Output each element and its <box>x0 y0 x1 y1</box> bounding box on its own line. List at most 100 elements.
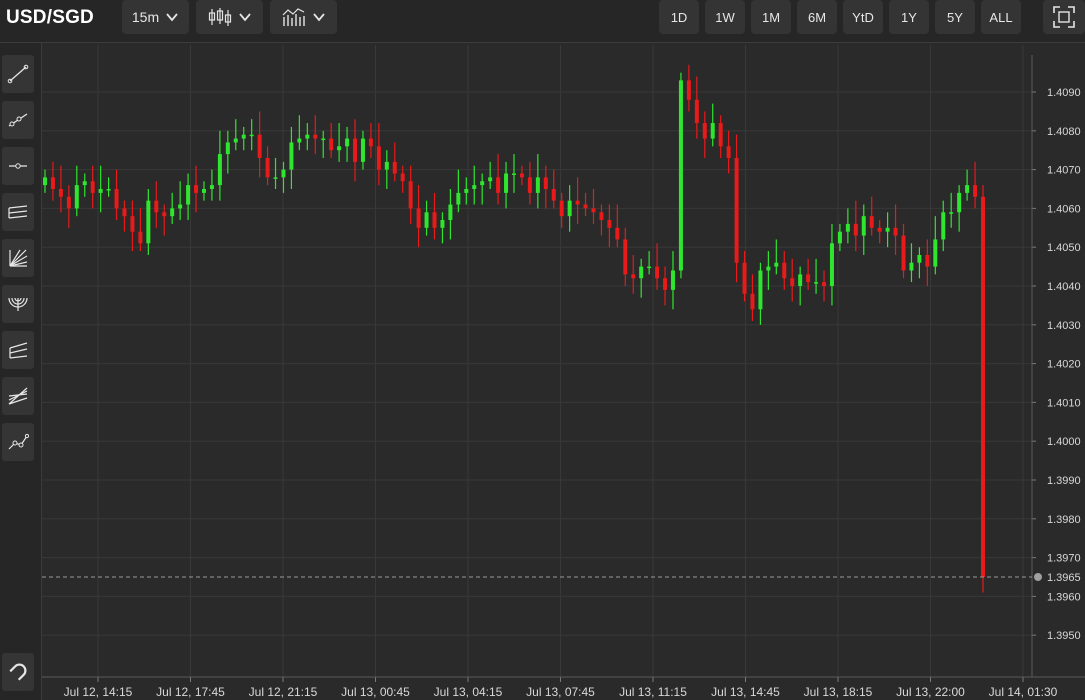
candle-body <box>694 99 699 124</box>
candle-body <box>655 266 660 279</box>
y-tick-label: 1.4070 <box>1047 165 1081 177</box>
candle-body <box>368 138 373 147</box>
x-tick-label: Jul 13, 18:15 <box>804 685 873 699</box>
candle-body <box>822 282 827 286</box>
candle-body <box>74 185 79 209</box>
candle-body <box>965 185 970 193</box>
candle-body <box>647 266 652 269</box>
candlestick-chart[interactable]: Jul 12, 14:15 Jul 12, 17:45 Jul 12, 21:15 J… <box>0 0 1085 700</box>
candle-body <box>400 173 405 182</box>
candle-body <box>201 189 206 193</box>
candle-body <box>519 173 524 178</box>
candle-body <box>321 138 326 141</box>
candle-body <box>432 212 437 228</box>
candle-body <box>249 134 254 137</box>
candle-body <box>678 80 683 271</box>
candle-body <box>766 266 771 271</box>
candle-body <box>50 177 55 189</box>
candle-body <box>877 227 882 232</box>
x-axis: Jul 12, 14:15 Jul 12, 17:45 Jul 12, 21:15 J… <box>42 676 1085 699</box>
candle-body <box>273 177 278 179</box>
candle-body <box>527 177 532 193</box>
candle-body <box>504 173 509 193</box>
candle-body <box>265 157 270 178</box>
candle-body <box>233 138 238 143</box>
candle-body <box>58 189 63 197</box>
candle-up <box>678 72 683 279</box>
candle-body <box>496 177 501 193</box>
candle-body <box>861 216 866 236</box>
candle-body <box>742 262 747 294</box>
candle-body <box>90 181 95 193</box>
candle-body <box>162 212 167 217</box>
candle-body <box>440 220 445 228</box>
candle-body <box>186 185 191 205</box>
candle-body <box>464 189 469 193</box>
candle-body <box>305 134 310 139</box>
candle-body <box>281 169 286 178</box>
current-price-label: 1.3965 <box>1047 572 1081 584</box>
x-tick-label: Jul 13, 14:45 <box>711 685 780 699</box>
candle-body <box>901 235 906 271</box>
y-tick-label: 1.4040 <box>1047 281 1081 293</box>
y-tick-label: 1.4080 <box>1047 126 1081 138</box>
candle-body <box>217 154 222 186</box>
candle-body <box>122 208 127 217</box>
candle-body <box>114 189 119 209</box>
candle-body <box>424 212 429 228</box>
candle-body <box>488 177 493 182</box>
candle-body <box>146 200 151 244</box>
candle-body <box>782 262 787 279</box>
candle-body <box>837 231 842 244</box>
candle-body <box>829 243 834 286</box>
x-tick-label: Jul 14, 01:30 <box>989 685 1058 699</box>
x-tick-label: Jul 13, 07:45 <box>526 685 595 699</box>
candle-body <box>154 200 159 213</box>
y-tick-label: 1.4030 <box>1047 320 1081 332</box>
candle-body <box>893 227 898 236</box>
candle-body <box>456 192 461 205</box>
candle-body <box>607 220 612 228</box>
candle-body <box>631 274 636 279</box>
candle-body <box>360 138 365 162</box>
candle-body <box>559 200 564 217</box>
candle-body <box>297 138 302 143</box>
candle-body <box>170 208 175 217</box>
candle-body <box>758 270 763 310</box>
x-tick-label: Jul 12, 21:15 <box>249 685 318 699</box>
candle-body <box>337 146 342 151</box>
current-price-dot <box>1034 573 1042 581</box>
y-tick-label: 1.3950 <box>1047 630 1081 642</box>
candle-body <box>981 196 985 577</box>
candle-body <box>408 181 413 209</box>
candle-body <box>663 278 668 290</box>
candle-body <box>941 212 946 240</box>
candle-body <box>392 161 397 174</box>
x-tick-label: Jul 13, 04:15 <box>434 685 503 699</box>
y-tick-label: 1.4060 <box>1047 203 1081 215</box>
candle-body <box>194 185 199 193</box>
candle-body <box>790 278 795 286</box>
candle-body <box>623 239 628 275</box>
y-tick-label: 1.3980 <box>1047 514 1081 526</box>
candle-body <box>909 262 914 271</box>
candle-body <box>885 227 890 232</box>
y-tick-label: 1.4020 <box>1047 359 1081 371</box>
candle-body <box>575 200 580 205</box>
candle-body <box>43 177 47 186</box>
candle-body <box>416 208 421 228</box>
candle-body <box>106 189 111 191</box>
candle-body <box>869 216 874 228</box>
x-tick-label: Jul 13, 11:15 <box>619 685 687 699</box>
candle-body <box>853 223 858 236</box>
candle-body <box>376 146 381 170</box>
y-tick-label: 1.4000 <box>1047 436 1081 448</box>
candle-body <box>472 185 477 189</box>
candle-body <box>138 231 143 244</box>
candle-body <box>535 177 540 193</box>
candle-body <box>82 181 87 186</box>
candle-body <box>806 274 811 283</box>
candle-body <box>639 266 644 279</box>
candle-body <box>583 204 588 209</box>
chart-grid <box>42 45 1032 677</box>
